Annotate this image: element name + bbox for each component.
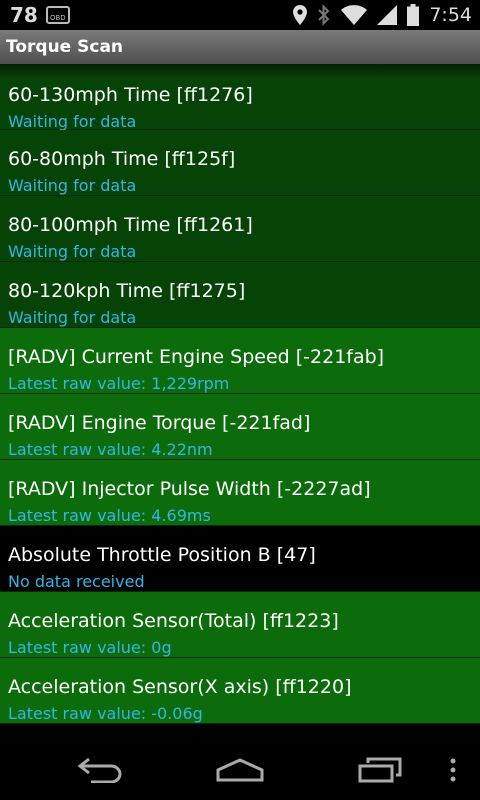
obd-label: OBD bbox=[49, 14, 66, 22]
item-status: Waiting for data bbox=[8, 308, 137, 327]
item-title: 60-130mph Time [ff1276] bbox=[8, 84, 253, 106]
item-status: Waiting for data bbox=[8, 176, 137, 195]
battery-icon bbox=[407, 4, 420, 26]
item-title: [RADV] Current Engine Speed [-221fab] bbox=[8, 346, 385, 368]
item-status: Latest raw value: 4.22nm bbox=[8, 440, 213, 459]
item-title: 80-120kph Time [ff1275] bbox=[8, 280, 246, 302]
item-title: 60-80mph Time [ff125f] bbox=[8, 148, 236, 170]
signal-icon bbox=[377, 5, 398, 25]
wifi-icon bbox=[341, 5, 368, 25]
obd-icon: OBD bbox=[45, 6, 70, 24]
status-bar: 78 OBD 7:54 bbox=[0, 0, 480, 30]
item-status: Latest raw value: 4.69ms bbox=[8, 506, 211, 525]
list-item[interactable]: 80-100mph Time [ff1261] Waiting for data bbox=[0, 196, 480, 262]
location-icon bbox=[293, 5, 308, 25]
page-title: Torque Scan bbox=[6, 37, 124, 57]
item-title: 80-100mph Time [ff1261] bbox=[8, 214, 253, 236]
item-title: [RADV] Injector Pulse Width [-2227ad] bbox=[8, 478, 371, 500]
list-item[interactable]: 80-120kph Time [ff1275] Waiting for data bbox=[0, 262, 480, 328]
notification-count: 78 bbox=[10, 3, 38, 27]
item-title: [RADV] Engine Torque [-221fad] bbox=[8, 412, 311, 434]
navigation-bar bbox=[0, 740, 480, 800]
item-status: Latest raw value: -0.06g bbox=[8, 704, 203, 723]
recents-icon bbox=[358, 757, 402, 783]
clock: 7:54 bbox=[429, 4, 472, 26]
list-fade bbox=[0, 724, 480, 740]
home-button[interactable] bbox=[210, 750, 270, 790]
recents-button[interactable] bbox=[350, 750, 410, 790]
list-item[interactable]: Acceleration Sensor(Total) [ff1223] Late… bbox=[0, 592, 480, 658]
list-item[interactable]: [RADV] Injector Pulse Width [-2227ad] La… bbox=[0, 460, 480, 526]
item-title: Absolute Throttle Position B [47] bbox=[8, 544, 316, 566]
overflow-menu-icon bbox=[450, 758, 456, 782]
item-title: Acceleration Sensor(Total) [ff1223] bbox=[8, 610, 339, 632]
list-item[interactable]: Absolute Throttle Position B [47] No dat… bbox=[0, 526, 480, 592]
item-status: Latest raw value: 1,229rpm bbox=[8, 374, 230, 393]
action-bar-shadow bbox=[0, 64, 480, 78]
pid-list[interactable]: 60-130mph Time [ff1276] Waiting for data… bbox=[0, 64, 480, 738]
item-status: Waiting for data bbox=[8, 242, 137, 261]
list-item[interactable]: 60-80mph Time [ff125f] Waiting for data bbox=[0, 130, 480, 196]
list-item[interactable]: [RADV] Engine Torque [-221fad] Latest ra… bbox=[0, 394, 480, 460]
bluetooth-icon bbox=[318, 4, 330, 26]
action-bar: Torque Scan bbox=[0, 30, 480, 65]
list-item[interactable]: [RADV] Current Engine Speed [-221fab] La… bbox=[0, 328, 480, 394]
back-icon bbox=[77, 757, 122, 783]
list-item[interactable]: Acceleration Sensor(X axis) [ff1220] Lat… bbox=[0, 658, 480, 724]
item-status: Latest raw value: 0g bbox=[8, 638, 172, 657]
back-button[interactable] bbox=[70, 750, 130, 790]
item-status: No data received bbox=[8, 572, 145, 591]
item-title: Acceleration Sensor(X axis) [ff1220] bbox=[8, 676, 352, 698]
item-status: Waiting for data bbox=[8, 112, 137, 131]
home-icon bbox=[216, 758, 264, 782]
overflow-menu-button[interactable] bbox=[426, 750, 480, 790]
